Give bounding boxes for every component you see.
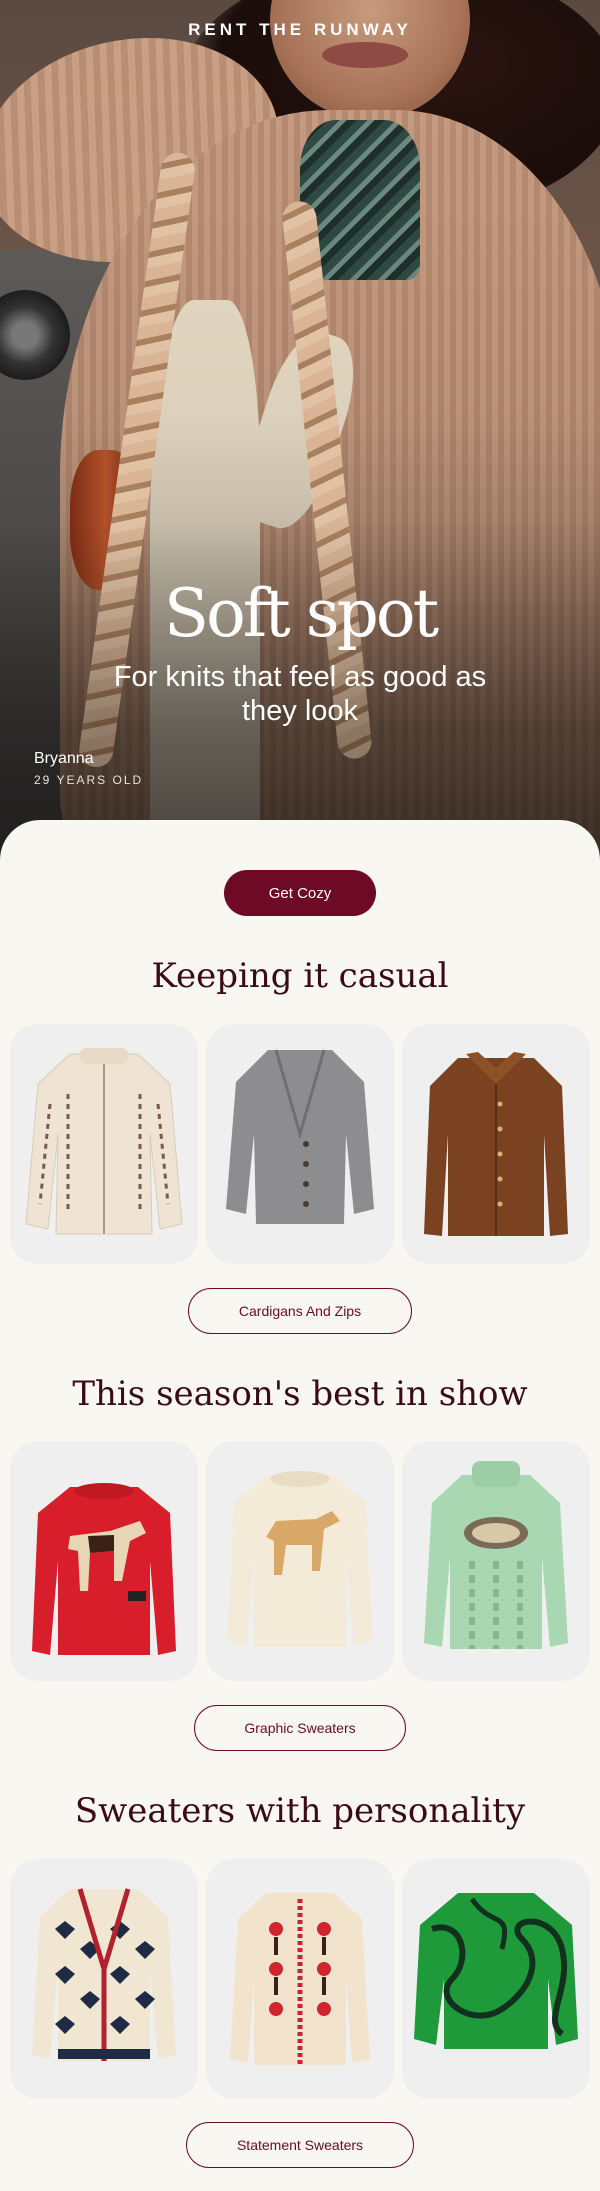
lips	[322, 42, 408, 68]
cardigans-and-zips-button[interactable]: Cardigans And Zips	[188, 1288, 412, 1334]
product-card[interactable]	[10, 1441, 198, 1681]
brand-logo[interactable]: RENT THE RUNWAY	[0, 20, 600, 40]
brown-cardigan-image	[424, 1052, 568, 1236]
hero-image[interactable]	[0, 0, 600, 860]
get-cozy-button[interactable]: Get Cozy	[224, 870, 376, 916]
product-card[interactable]	[206, 1024, 394, 1264]
product-card[interactable]	[402, 1441, 590, 1681]
section-title-best-in-show: This season's best in show	[72, 1374, 528, 1414]
graphic-sweaters-button[interactable]: Graphic Sweaters	[194, 1705, 406, 1751]
green-swirl-sweater-image	[414, 1893, 578, 2049]
model-name: Bryanna	[34, 750, 94, 767]
red-dog-sweater-image	[32, 1483, 176, 1655]
product-card[interactable]	[402, 1024, 590, 1264]
product-card[interactable]	[10, 1859, 198, 2099]
model-age: 29 YEARS OLD	[34, 773, 144, 787]
grey-cardigan-image	[226, 1049, 374, 1224]
statement-sweaters-button[interactable]: Statement Sweaters	[186, 2122, 414, 2168]
hero-subtitle: For knits that feel as good as they look	[113, 661, 487, 727]
mint-cable-sweater-image	[424, 1461, 568, 1649]
cream-zip-sweater-image	[25, 1048, 183, 1235]
hero-title: Soft spot	[163, 575, 439, 652]
product-card[interactable]	[10, 1024, 198, 1264]
cream-dog-sweater-image	[228, 1471, 372, 1647]
section-title-personality: Sweaters with personality	[74, 1791, 526, 1831]
floral-cardigan-image	[230, 1893, 370, 2065]
product-card[interactable]	[206, 1859, 394, 2099]
product-card[interactable]	[206, 1441, 394, 1681]
heart-print-cardigan-image	[32, 1888, 176, 2061]
product-card[interactable]	[402, 1859, 590, 2099]
section-title-casual: Keeping it casual	[151, 956, 449, 996]
